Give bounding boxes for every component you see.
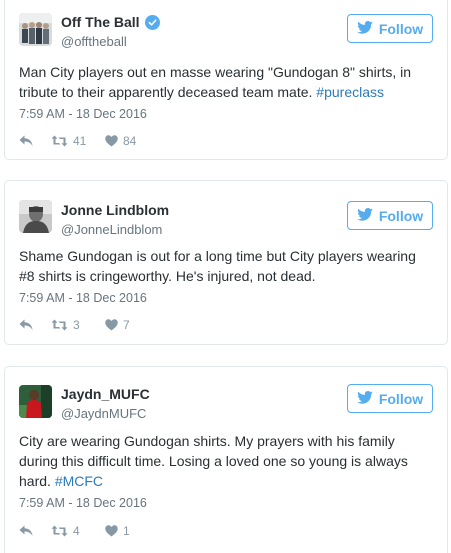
hashtag-link[interactable]: #pureclass bbox=[316, 84, 384, 100]
retweet-icon bbox=[51, 319, 68, 331]
follow-button-label: Follow bbox=[378, 207, 424, 224]
avatar[interactable] bbox=[19, 13, 52, 46]
heart-icon bbox=[105, 319, 118, 331]
user-handle[interactable]: @JaydnMUFC bbox=[61, 405, 150, 422]
display-name[interactable]: Jonne Lindblom bbox=[61, 202, 169, 219]
follow-button-label: Follow bbox=[378, 20, 424, 37]
tweet-timestamp[interactable]: 7:59 AM - 18 Dec 2016 bbox=[19, 106, 147, 122]
display-name[interactable]: Jaydn_MUFC bbox=[61, 386, 150, 403]
avatar[interactable] bbox=[19, 385, 52, 418]
like-count: 84 bbox=[123, 134, 137, 148]
retweet-icon bbox=[51, 525, 68, 537]
retweet-count: 4 bbox=[73, 524, 80, 538]
tweet-actions: 3 7 bbox=[19, 318, 155, 332]
follow-button[interactable]: Follow bbox=[347, 384, 433, 413]
like-count: 7 bbox=[123, 318, 130, 332]
tweet-card: Jonne Lindblom @JonneLindblom Follow Sha… bbox=[4, 180, 448, 345]
tweet-body: Shame Gundogan is out for a long time bu… bbox=[19, 248, 416, 284]
follow-button-label: Follow bbox=[378, 390, 424, 407]
like-button[interactable]: 1 bbox=[105, 524, 155, 538]
heart-icon bbox=[105, 135, 118, 147]
twitter-bird-icon bbox=[357, 390, 373, 407]
retweet-button[interactable]: 3 bbox=[51, 318, 105, 332]
display-name-text[interactable]: Jaydn_MUFC bbox=[61, 386, 150, 403]
display-name[interactable]: Off The Ball bbox=[61, 14, 160, 31]
tweet-timestamp[interactable]: 7:59 AM - 18 Dec 2016 bbox=[19, 495, 147, 511]
user-handle[interactable]: @offtheball bbox=[61, 33, 160, 50]
verified-badge-icon bbox=[144, 15, 160, 30]
retweet-button[interactable]: 4 bbox=[51, 524, 105, 538]
reply-button[interactable] bbox=[19, 525, 51, 537]
user-info: Jaydn_MUFC @JaydnMUFC bbox=[61, 386, 150, 422]
reply-icon bbox=[19, 135, 33, 147]
hashtag-link[interactable]: #MCFC bbox=[55, 473, 103, 489]
twitter-bird-icon bbox=[357, 20, 373, 37]
reply-icon bbox=[19, 525, 33, 537]
tweet-text: City are wearing Gundogan shirts. My pra… bbox=[19, 431, 433, 491]
tweet-actions: 41 84 bbox=[19, 134, 155, 148]
tweet-actions: 4 1 bbox=[19, 524, 155, 538]
follow-button[interactable]: Follow bbox=[347, 14, 433, 43]
user-info: Off The Ball @offtheball bbox=[61, 14, 160, 50]
tweet-card: Jaydn_MUFC @JaydnMUFC Follow City are we… bbox=[4, 366, 448, 553]
reply-button[interactable] bbox=[19, 319, 51, 331]
display-name-text[interactable]: Jonne Lindblom bbox=[61, 202, 169, 219]
retweet-icon bbox=[51, 135, 68, 147]
avatar[interactable] bbox=[19, 200, 52, 233]
like-button[interactable]: 7 bbox=[105, 318, 155, 332]
user-handle[interactable]: @JonneLindblom bbox=[61, 221, 169, 238]
retweet-count: 41 bbox=[73, 134, 87, 148]
user-info: Jonne Lindblom @JonneLindblom bbox=[61, 202, 169, 238]
reply-button[interactable] bbox=[19, 135, 51, 147]
like-count: 1 bbox=[123, 524, 130, 538]
heart-icon bbox=[105, 525, 118, 537]
tweet-timestamp[interactable]: 7:59 AM - 18 Dec 2016 bbox=[19, 290, 147, 306]
tweet-text: Shame Gundogan is out for a long time bu… bbox=[19, 246, 433, 286]
tweet-text: Man City players out en masse wearing "G… bbox=[19, 62, 433, 102]
reply-icon bbox=[19, 319, 33, 331]
follow-button[interactable]: Follow bbox=[347, 201, 433, 230]
display-name-text[interactable]: Off The Ball bbox=[61, 14, 140, 31]
twitter-bird-icon bbox=[357, 207, 373, 224]
tweet-card: Off The Ball @offtheball Follow Man City… bbox=[4, 0, 448, 160]
retweet-button[interactable]: 41 bbox=[51, 134, 105, 148]
like-button[interactable]: 84 bbox=[105, 134, 155, 148]
retweet-count: 3 bbox=[73, 318, 80, 332]
